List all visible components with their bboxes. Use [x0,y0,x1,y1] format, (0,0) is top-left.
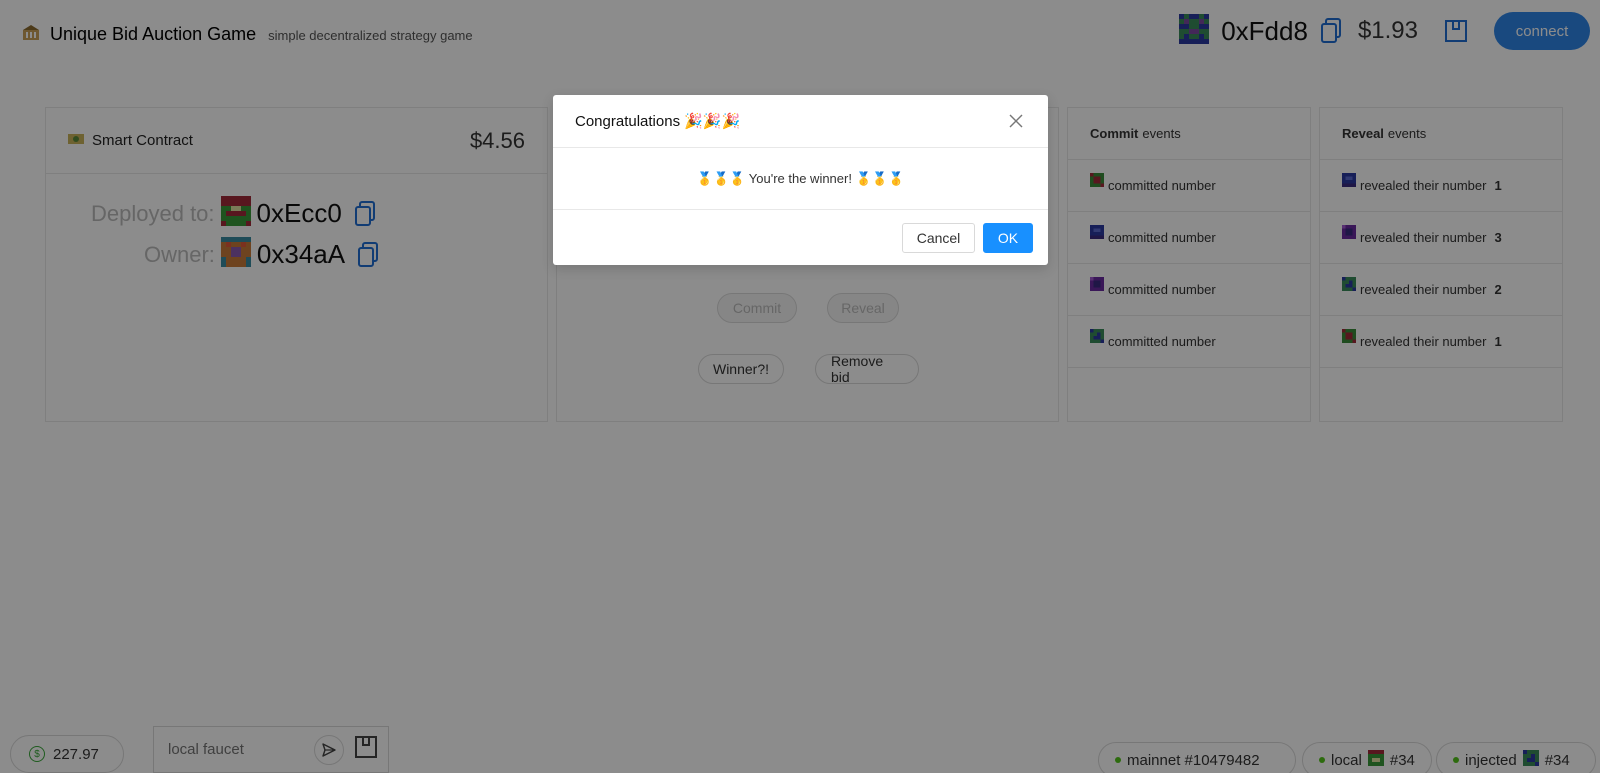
ok-button[interactable]: OK [983,222,1033,253]
close-icon[interactable] [1006,111,1026,131]
modal-title: Congratulations 🎉🎉🎉 [575,113,741,130]
modal-body: 🥇🥇🥇 You're the winner! 🥇🥇🥇 [553,148,1048,210]
modal-message: 🥇🥇🥇 You're the winner! 🥇🥇🥇 [696,170,905,186]
modal-header: Congratulations 🎉🎉🎉 [553,95,1048,148]
modal-footer: Cancel OK [553,210,1048,265]
cancel-button[interactable]: Cancel [902,222,975,253]
winner-modal: Congratulations 🎉🎉🎉 🥇🥇🥇 You're the winne… [553,95,1048,265]
